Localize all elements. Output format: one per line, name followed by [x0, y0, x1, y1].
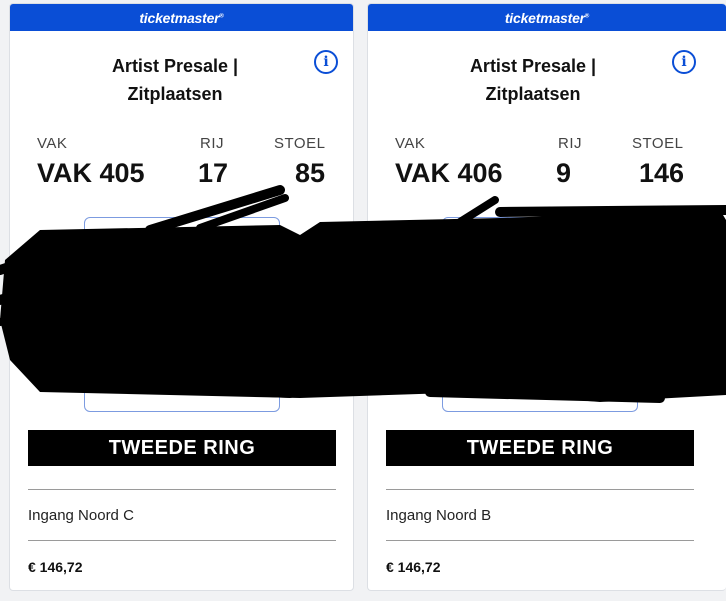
price-text: € 146,72	[28, 559, 83, 575]
title-line-2: Zitplaatsen	[127, 84, 223, 104]
ring-banner: TWEEDE RING	[386, 430, 694, 466]
title-line-1: Artist Presale |	[469, 56, 597, 76]
section-value: VAK 406	[395, 158, 503, 188]
ticket-card[interactable]: ticketmaster® Artist Presale | Zitplaats…	[367, 3, 726, 591]
section-value: VAK 405	[37, 158, 145, 188]
title-line-2: Zitplaatsen	[485, 84, 581, 104]
row-value: 17	[198, 158, 229, 188]
section-label: VAK	[37, 135, 68, 152]
row-label: RIJ	[200, 135, 224, 152]
barcode-frame	[442, 217, 638, 412]
barcode-frame	[84, 217, 280, 412]
entrance-text: Ingang Noord B	[386, 507, 492, 524]
ring-banner: TWEEDE RING	[28, 430, 336, 466]
seat-label: STOEL	[632, 135, 684, 152]
row-label: RIJ	[558, 135, 582, 152]
divider	[386, 489, 694, 490]
ticket-card[interactable]: ticketmaster® Artist Presale | Zitplaats…	[9, 3, 354, 591]
ticketmaster-logo: ticketmaster®	[139, 9, 224, 26]
section-label: VAK	[395, 135, 426, 152]
info-icon[interactable]: i	[672, 50, 696, 74]
divider	[28, 540, 336, 541]
title-line-1: Artist Presale |	[111, 56, 239, 76]
entrance-text: Ingang Noord C	[28, 507, 134, 524]
divider	[386, 540, 694, 541]
seat-value: 146	[638, 158, 684, 188]
ticketmaster-header: ticketmaster®	[10, 4, 353, 31]
ticketmaster-header: ticketmaster®	[368, 4, 726, 31]
ticket-title: Artist Presale | Zitplaatsen	[10, 52, 340, 108]
ticket-title: Artist Presale | Zitplaatsen	[368, 52, 698, 108]
price-text: € 146,72	[386, 559, 441, 575]
seat-label: STOEL	[274, 135, 326, 152]
divider	[28, 489, 336, 490]
row-value: 9	[556, 158, 572, 188]
seat-value: 85	[294, 158, 325, 188]
ticketmaster-logo: ticketmaster®	[504, 9, 590, 26]
info-icon[interactable]: i	[314, 50, 338, 74]
